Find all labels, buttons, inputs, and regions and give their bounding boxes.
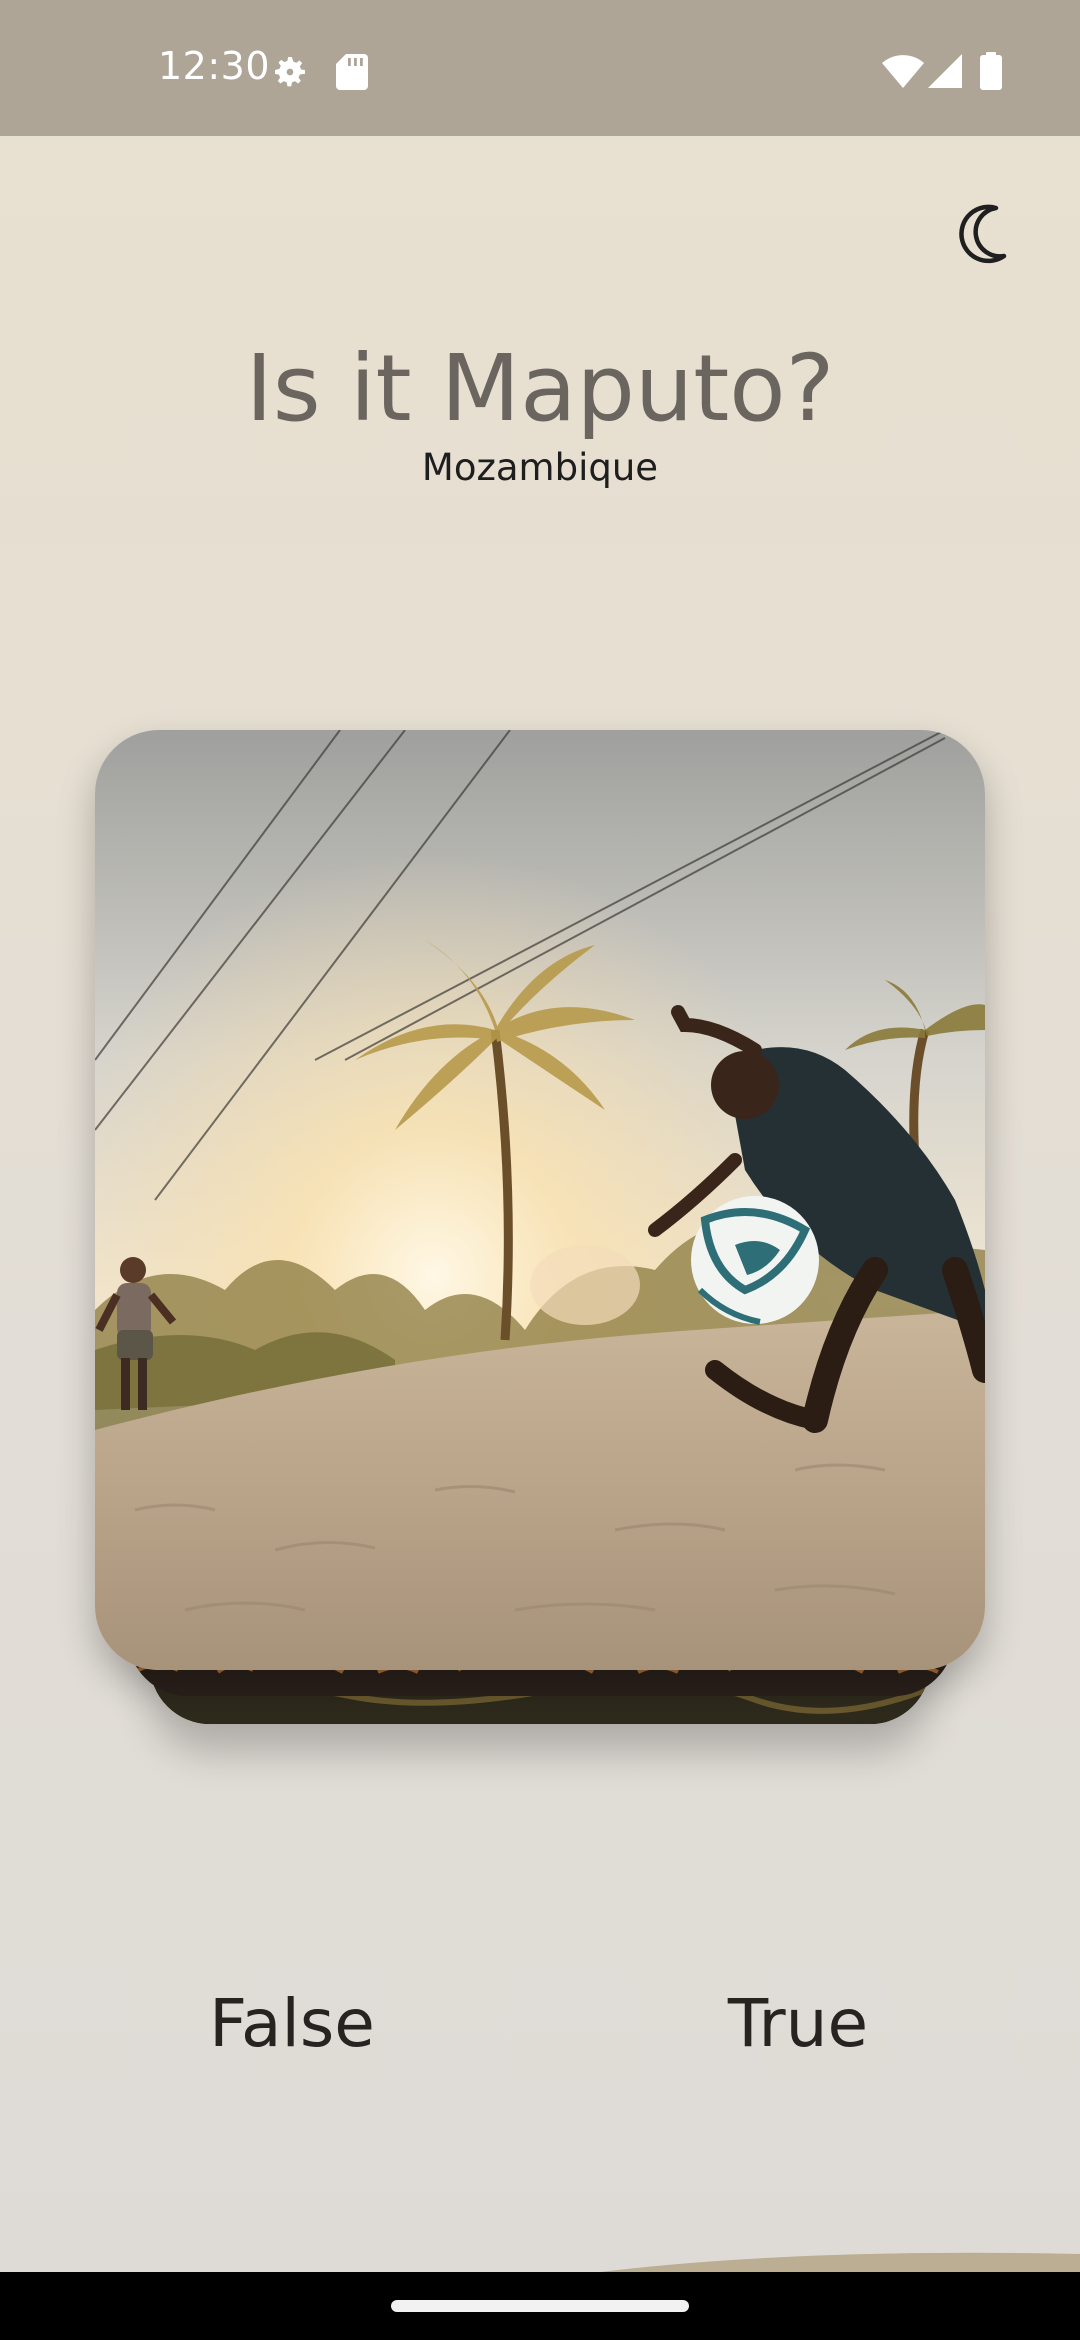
settings-icon xyxy=(270,52,310,97)
moon-icon xyxy=(958,204,1010,269)
wifi-icon xyxy=(882,54,924,93)
true-button[interactable]: True xyxy=(638,1985,958,2075)
photo-card[interactable] xyxy=(95,730,985,1670)
sd-card-icon xyxy=(336,54,368,95)
bottom-wave-decoration xyxy=(600,2252,1080,2272)
status-bar: 12:30 xyxy=(0,0,1080,136)
home-gesture-handle[interactable] xyxy=(391,2300,689,2312)
battery-icon xyxy=(980,52,1002,95)
card-photo-image xyxy=(95,730,985,1670)
false-button[interactable]: False xyxy=(132,1985,452,2075)
question-title: Is it Maputo? xyxy=(245,335,835,442)
status-time: 12:30 xyxy=(158,44,271,88)
country-subtitle: Mozambique xyxy=(421,446,659,489)
dark-mode-toggle-button[interactable] xyxy=(944,196,1024,276)
cellular-signal-icon xyxy=(928,54,962,93)
